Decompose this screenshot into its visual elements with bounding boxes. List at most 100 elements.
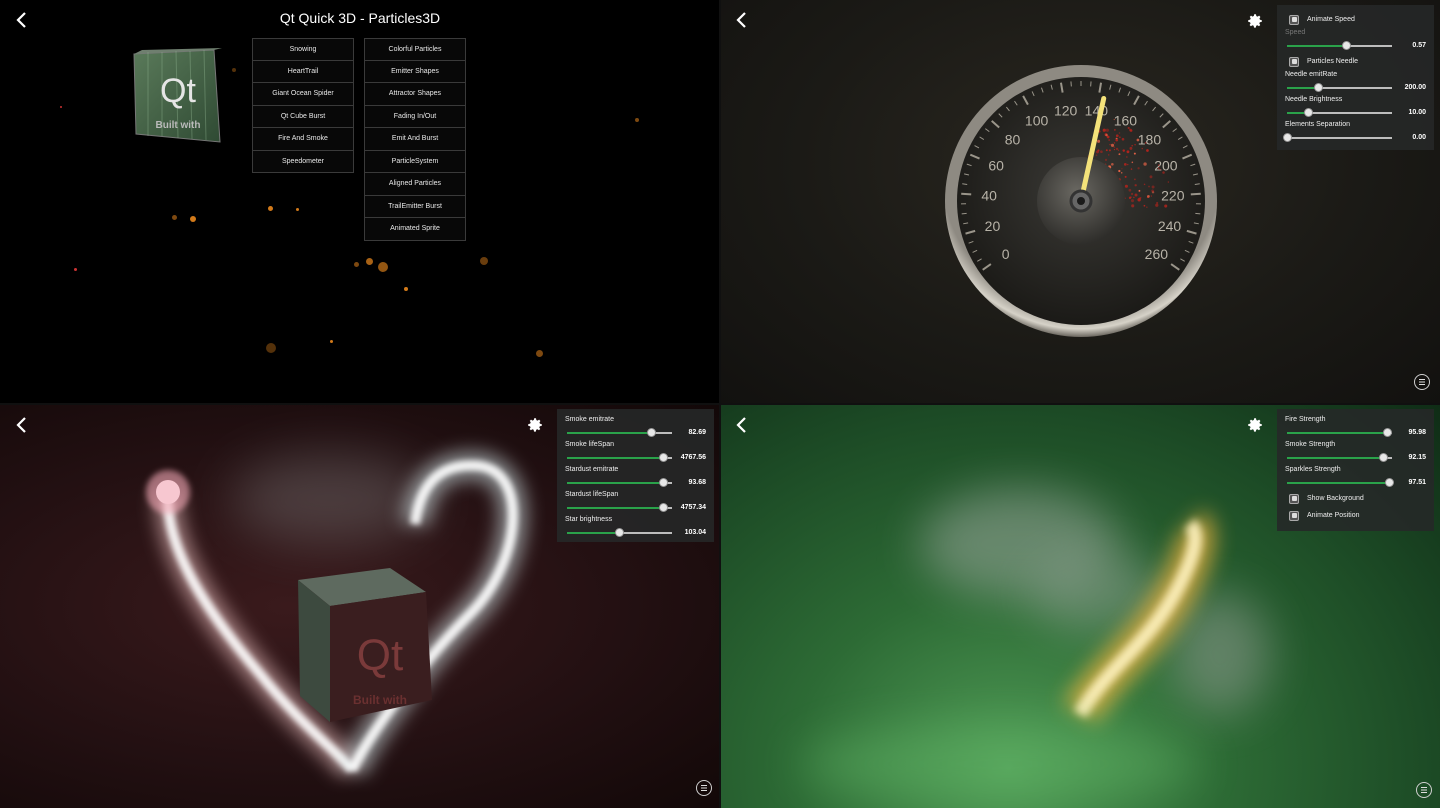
needle-particle (1159, 168, 1161, 171)
needle-particle (1129, 146, 1133, 150)
needle-particle (1130, 192, 1134, 196)
demo-button-animated-sprite[interactable]: Animated Sprite (364, 218, 466, 241)
menu-icon (1419, 379, 1425, 385)
animate-speed-toggle[interactable]: Animate Speed (1285, 11, 1426, 28)
slider-handle[interactable] (1282, 132, 1292, 142)
animate-speed-label: Animate Speed (1307, 16, 1355, 23)
sparkles-strength-slider[interactable] (1287, 477, 1394, 487)
needle-particle (1138, 189, 1141, 192)
demo-button-hearttrail[interactable]: HeartTrail (252, 60, 354, 83)
needle-particle (1150, 195, 1153, 197)
animate-position-label: Animate Position (1307, 512, 1360, 519)
stardust-emitrate-slider[interactable] (567, 477, 672, 487)
stardust-lifespan-slider[interactable] (567, 502, 672, 512)
particle (536, 350, 543, 357)
overview-view: Qt Quick 3D - Particles3D Qt Built with … (0, 0, 720, 404)
demo-button-emit-and-burst[interactable]: Emit And Burst (364, 128, 466, 151)
demo-button-snowing[interactable]: Snowing (252, 38, 354, 61)
needle-particle (1105, 133, 1108, 137)
slider-handle[interactable] (1342, 40, 1352, 50)
needle-particle (1113, 148, 1116, 151)
particles-needle-checkbox[interactable] (1289, 56, 1299, 67)
needle-particle (1122, 149, 1125, 152)
chevron-left-icon (736, 12, 746, 28)
demo-button-trailemitter-burst[interactable]: TrailEmitter Burst (364, 195, 466, 218)
needle-emitrate-value: 200.00 (1404, 84, 1426, 91)
smoke-strength-slider[interactable] (1287, 452, 1392, 462)
needle-particle (1137, 167, 1140, 170)
menu-button[interactable] (696, 780, 712, 796)
needle-particle (1131, 144, 1133, 147)
heart-trail-view: Qt Built with Smoke emitrate 82.69 Smoke… (0, 404, 720, 808)
slider-handle[interactable] (1384, 477, 1394, 487)
show-background-checkbox[interactable] (1289, 493, 1299, 504)
demo-button-colorful-particles[interactable]: Colorful Particles (364, 38, 466, 61)
needle-particle (1134, 178, 1136, 181)
menu-button[interactable] (1416, 782, 1432, 798)
demo-button-giant-ocean-spider[interactable]: Giant Ocean Spider (252, 83, 354, 106)
slider-handle[interactable] (659, 502, 669, 512)
needle-particle (1155, 203, 1159, 207)
demo-button-attractor-shapes[interactable]: Attractor Shapes (364, 83, 466, 106)
slider-handle[interactable] (615, 527, 624, 537)
fire-settings-panel: Fire Strength 95.98 Smoke Strength 92.15… (1277, 409, 1434, 531)
smoke-lifespan-slider[interactable] (567, 452, 672, 462)
demo-button-speedometer[interactable]: Speedometer (252, 150, 354, 173)
needle-emitrate-slider[interactable] (1287, 82, 1392, 92)
needle-particle (1113, 118, 1115, 121)
needle-particle (1131, 161, 1134, 164)
animate-speed-checkbox[interactable] (1289, 14, 1299, 25)
smoke-emitrate-slider[interactable] (567, 427, 672, 437)
slider-handle[interactable] (646, 427, 656, 437)
demo-button-particlesystem[interactable]: ParticleSystem (364, 150, 466, 173)
slider-handle[interactable] (1314, 82, 1323, 92)
needle-particle (1132, 196, 1135, 199)
demo-button-fire-and-smoke[interactable]: Fire And Smoke (252, 128, 354, 151)
animate-position-checkbox[interactable] (1289, 510, 1299, 521)
fire-strength-control: Fire Strength 95.98 (1285, 415, 1426, 440)
demo-button-fading-in-out[interactable]: Fading In/Out (364, 105, 466, 128)
slider-handle[interactable] (659, 477, 669, 487)
sparkles-strength-label: Sparkles Strength (1285, 466, 1341, 473)
needle-particle (1126, 150, 1130, 154)
star-brightness-slider[interactable] (567, 527, 672, 537)
speed-value: 0.57 (1412, 42, 1426, 49)
cube-logo-text: Qt (160, 72, 196, 110)
menu-icon (701, 785, 707, 791)
trail-emitter (156, 480, 180, 504)
speed-slider[interactable] (1287, 40, 1392, 50)
needle-particle (1110, 143, 1115, 147)
slider-handle[interactable] (1379, 452, 1389, 462)
slider-handle[interactable] (1303, 107, 1313, 117)
fire-and-smoke-view: Fire Strength 95.98 Smoke Strength 92.15… (720, 404, 1440, 808)
fire-strength-slider[interactable] (1287, 427, 1393, 437)
needle-particle (1133, 152, 1136, 155)
gauge-label: 260 (1145, 246, 1169, 262)
needle-particle (1095, 154, 1098, 157)
demo-button-emitter-shapes[interactable]: Emitter Shapes (364, 60, 466, 83)
menu-icon (1421, 787, 1427, 793)
needle-particle (1128, 188, 1132, 192)
needle-brightness-slider[interactable] (1287, 107, 1392, 117)
back-button[interactable] (731, 9, 753, 31)
needle-particle (1134, 193, 1138, 197)
menu-button[interactable] (1414, 374, 1430, 390)
slider-handle[interactable] (1383, 427, 1393, 437)
elements-separation-slider[interactable] (1282, 132, 1392, 142)
demo-button-aligned-particles[interactable]: Aligned Particles (364, 173, 466, 196)
sparkles-strength-control: Sparkles Strength 97.51 (1285, 465, 1426, 490)
needle-particle (1151, 189, 1154, 193)
show-background-toggle[interactable]: Show Background (1285, 490, 1426, 507)
particles-needle-toggle[interactable]: Particles Needle (1285, 53, 1426, 70)
slider-handle[interactable] (659, 452, 669, 462)
elements-separation-value: 0.00 (1412, 134, 1426, 141)
gauge-tick (1190, 192, 1201, 196)
gear-icon[interactable] (1246, 12, 1264, 30)
needle-brightness-label: Needle Brightness (1285, 96, 1343, 103)
animate-position-toggle[interactable]: Animate Position (1285, 507, 1426, 524)
needle-particle (1118, 132, 1121, 134)
needle-particle (1118, 169, 1121, 173)
smoke-lifespan-value: 4767.56 (680, 454, 706, 461)
particle (232, 68, 236, 72)
demo-button-qt-cube-burst[interactable]: Qt Cube Burst (252, 105, 354, 128)
